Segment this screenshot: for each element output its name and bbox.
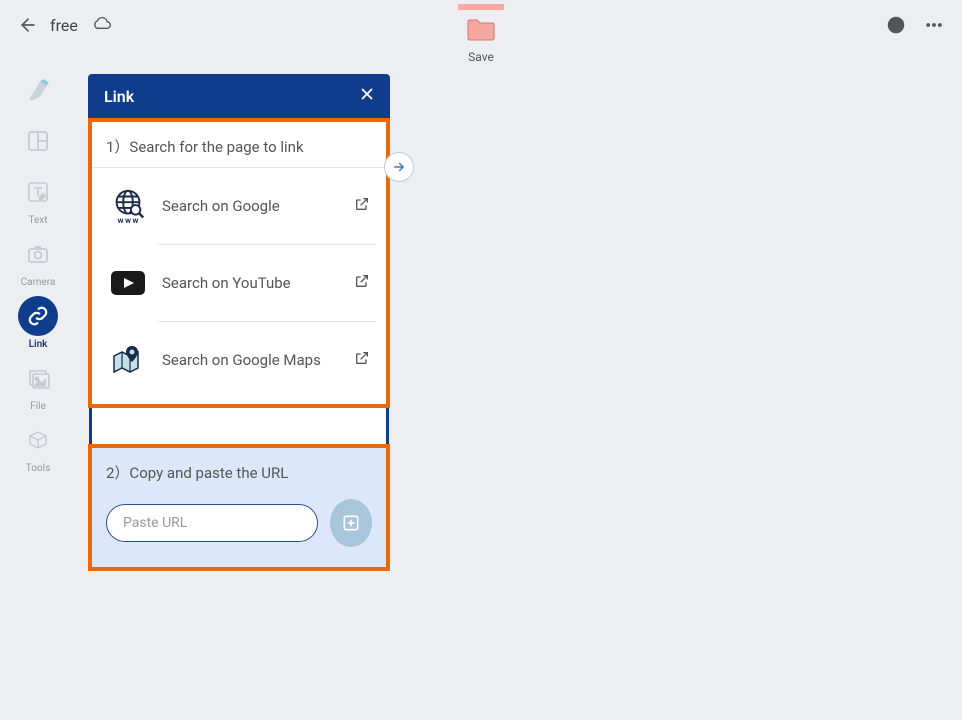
save-button[interactable]: Save (458, 4, 504, 64)
search-youtube-label: Search on YouTube (162, 274, 354, 292)
save-highlight (458, 4, 504, 10)
text-icon (18, 172, 58, 212)
page-title: free (50, 16, 78, 35)
url-input[interactable] (106, 504, 318, 542)
www-globe-icon: W W W (108, 186, 148, 226)
panel-title: Link (104, 87, 134, 106)
camera-icon (18, 234, 58, 274)
link-icon (18, 296, 58, 336)
help-icon[interactable] (886, 15, 906, 39)
search-maps-row[interactable]: Search on Google Maps (102, 322, 376, 398)
link-panel: Link 1）Search for the page to link W W W (88, 74, 390, 571)
step2-title: 2）Copy and paste the URL (106, 462, 372, 483)
layout-icon (18, 121, 58, 161)
search-youtube-row[interactable]: Search on YouTube (102, 245, 376, 321)
sidebar-item-file[interactable]: File (18, 358, 58, 412)
tools-icon (18, 420, 58, 460)
cloud-sync-icon[interactable] (92, 16, 112, 34)
more-menu-icon[interactable] (924, 15, 944, 39)
youtube-icon (108, 263, 148, 303)
sidebar-item-camera[interactable]: Camera (18, 234, 58, 288)
sidebar-item-label: Link (29, 339, 48, 350)
external-link-icon (354, 196, 370, 216)
svg-text:W W W: W W W (118, 217, 139, 225)
sidebar-item-label: Tools (26, 463, 50, 474)
close-button[interactable] (358, 85, 376, 107)
add-url-button[interactable] (330, 499, 372, 547)
panel-section-url: 2）Copy and paste the URL (88, 444, 390, 571)
expand-arrow-button[interactable] (384, 152, 414, 182)
sidebar-item-label: Text (28, 215, 47, 226)
search-google-label: Search on Google (162, 197, 354, 215)
search-google-row[interactable]: W W W Search on Google (102, 168, 376, 244)
map-pin-icon (108, 340, 148, 380)
external-link-icon (354, 273, 370, 293)
sidebar-item-text[interactable]: Text (18, 172, 58, 226)
sidebar-item-layout[interactable] (18, 121, 58, 164)
step1-title: 1）Search for the page to link (102, 136, 376, 157)
sidebar-item-link[interactable]: Link (18, 296, 58, 350)
sidebar-item-label: File (30, 401, 46, 412)
panel-header: Link (88, 74, 390, 118)
save-label: Save (468, 50, 494, 64)
sidebar-item-tools[interactable]: Tools (18, 420, 58, 474)
file-icon (18, 358, 58, 398)
folder-icon (466, 16, 496, 46)
marker-icon (18, 70, 58, 110)
search-maps-label: Search on Google Maps (162, 351, 354, 369)
sidebar-item-label: Camera (21, 277, 56, 288)
top-bar: free Save (0, 0, 962, 50)
sidebar-item-marker[interactable] (18, 70, 58, 113)
external-link-icon (354, 350, 370, 370)
panel-section-search: 1）Search for the page to link W W W Sear… (88, 118, 390, 408)
sidebar: Text Camera Link (8, 70, 68, 474)
back-button[interactable] (18, 15, 38, 35)
